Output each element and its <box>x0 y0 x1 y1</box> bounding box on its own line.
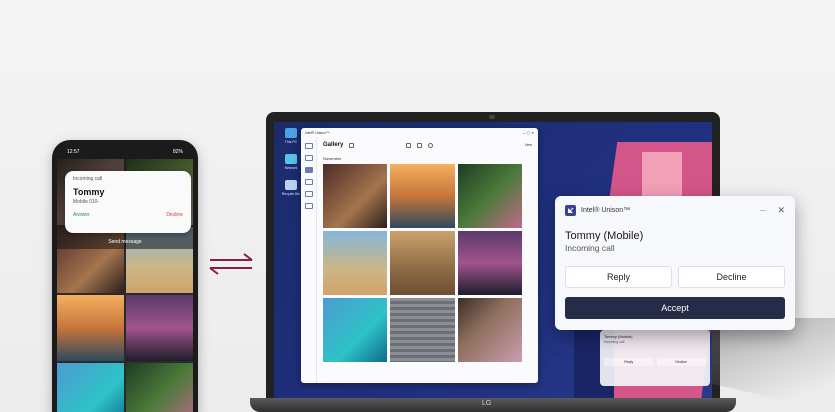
grid-icon[interactable] <box>406 142 412 148</box>
caller-name: Tommy <box>73 187 105 197</box>
gallery-photo[interactable] <box>457 298 522 362</box>
more-options-icon[interactable]: ··· <box>759 205 766 215</box>
laptop-base <box>250 398 736 412</box>
reply-button[interactable]: Reply <box>565 266 672 288</box>
gallery-photo[interactable] <box>390 231 455 295</box>
sidebar-item-messages[interactable] <box>304 179 313 185</box>
smartphone: 12:57 82% Incoming call Tommy Mobile 010… <box>52 140 198 412</box>
gallery-photo[interactable] <box>323 164 388 228</box>
sidebar-item-notifications[interactable] <box>304 203 313 209</box>
mini-notif-caller: Tommy (Mobile) <box>604 334 633 339</box>
gallery-header: Gallery View <box>323 140 532 150</box>
mini-reply-button[interactable]: Reply <box>604 358 654 366</box>
phone-photo[interactable] <box>126 363 193 412</box>
gallery-grid <box>323 164 522 362</box>
network-icon <box>285 154 297 164</box>
recycle-bin-icon <box>285 180 297 190</box>
notification-caller: Tommy (Mobile) <box>565 230 644 242</box>
sidebar-item-calls[interactable] <box>304 191 313 197</box>
phone-photo[interactable] <box>57 363 124 412</box>
view-dropdown[interactable]: View <box>524 143 532 147</box>
phone-status-battery: 82% <box>172 149 183 155</box>
gallery-title: Gallery <box>323 142 344 148</box>
gallery-photo[interactable] <box>457 164 522 228</box>
month-heading: November <box>323 156 342 161</box>
sort-icon[interactable] <box>349 142 355 148</box>
window-titlebar: Intel® Unison™ — ▢ ✕ <box>301 128 538 137</box>
close-icon[interactable]: ✕ <box>777 205 785 216</box>
notification-app-name: Intel® Unison™ <box>581 206 631 214</box>
notification-header: Intel® Unison™ ··· ✕ <box>565 204 785 216</box>
mini-notif-subtitle: Incoming call <box>604 340 625 344</box>
caller-number: Mobile 010- <box>73 199 100 205</box>
window-controls[interactable]: — ▢ ✕ <box>522 131 534 135</box>
incoming-call-card: Incoming call Tommy Mobile 010- Answer D… <box>65 171 191 233</box>
phone-screen: 12:57 82% Incoming call Tommy Mobile 010… <box>57 145 193 412</box>
phone-photo[interactable] <box>57 295 124 361</box>
send-message-button[interactable]: Send message <box>57 239 193 245</box>
background-notification: Tommy (Mobile) Incoming call Reply Decli… <box>600 330 710 386</box>
webcam <box>489 115 495 119</box>
desktop-icon-recycle-bin[interactable]: Recycle Bin <box>280 180 302 196</box>
desktop-icon-this-pc[interactable]: This PC <box>280 128 302 144</box>
answer-button[interactable]: Answer <box>73 212 90 218</box>
desktop-icon-network[interactable]: Network <box>280 154 302 170</box>
phone-status-bar: 12:57 82% <box>57 145 193 159</box>
lg-logo: LG <box>482 400 492 407</box>
refresh-icon[interactable] <box>428 142 434 148</box>
notification-subtitle: Incoming call <box>565 243 615 253</box>
sync-arrows-icon <box>209 253 253 275</box>
window-title: Intel® Unison™ <box>305 130 330 135</box>
call-label: Incoming call <box>73 176 103 182</box>
unison-call-notification: Intel® Unison™ ··· ✕ Tommy (Mobile) Inco… <box>555 196 795 330</box>
mini-decline-button[interactable]: Decline <box>656 358 706 366</box>
unison-logo-icon <box>565 204 576 216</box>
decline-button[interactable]: Decline <box>678 266 785 288</box>
unison-sidebar <box>301 137 317 383</box>
decline-button[interactable]: Decline <box>166 212 183 218</box>
gallery-photo[interactable] <box>457 231 522 295</box>
gallery-photo[interactable] <box>323 231 388 295</box>
gallery-photo[interactable] <box>390 164 455 228</box>
select-icon[interactable] <box>417 142 423 148</box>
sidebar-item-send[interactable] <box>304 143 313 149</box>
phone-status-time: 12:57 <box>67 149 80 155</box>
sidebar-item-gallery[interactable] <box>304 167 313 173</box>
sidebar-item-file-transfer[interactable] <box>304 155 313 161</box>
computer-icon <box>285 128 297 138</box>
gallery-photo[interactable] <box>390 298 455 362</box>
unison-gallery-window: Intel® Unison™ — ▢ ✕ Gallery View Novemb… <box>301 128 538 383</box>
accept-button[interactable]: Accept <box>565 297 785 319</box>
gallery-photo[interactable] <box>323 298 388 362</box>
phone-photo[interactable] <box>126 295 193 361</box>
